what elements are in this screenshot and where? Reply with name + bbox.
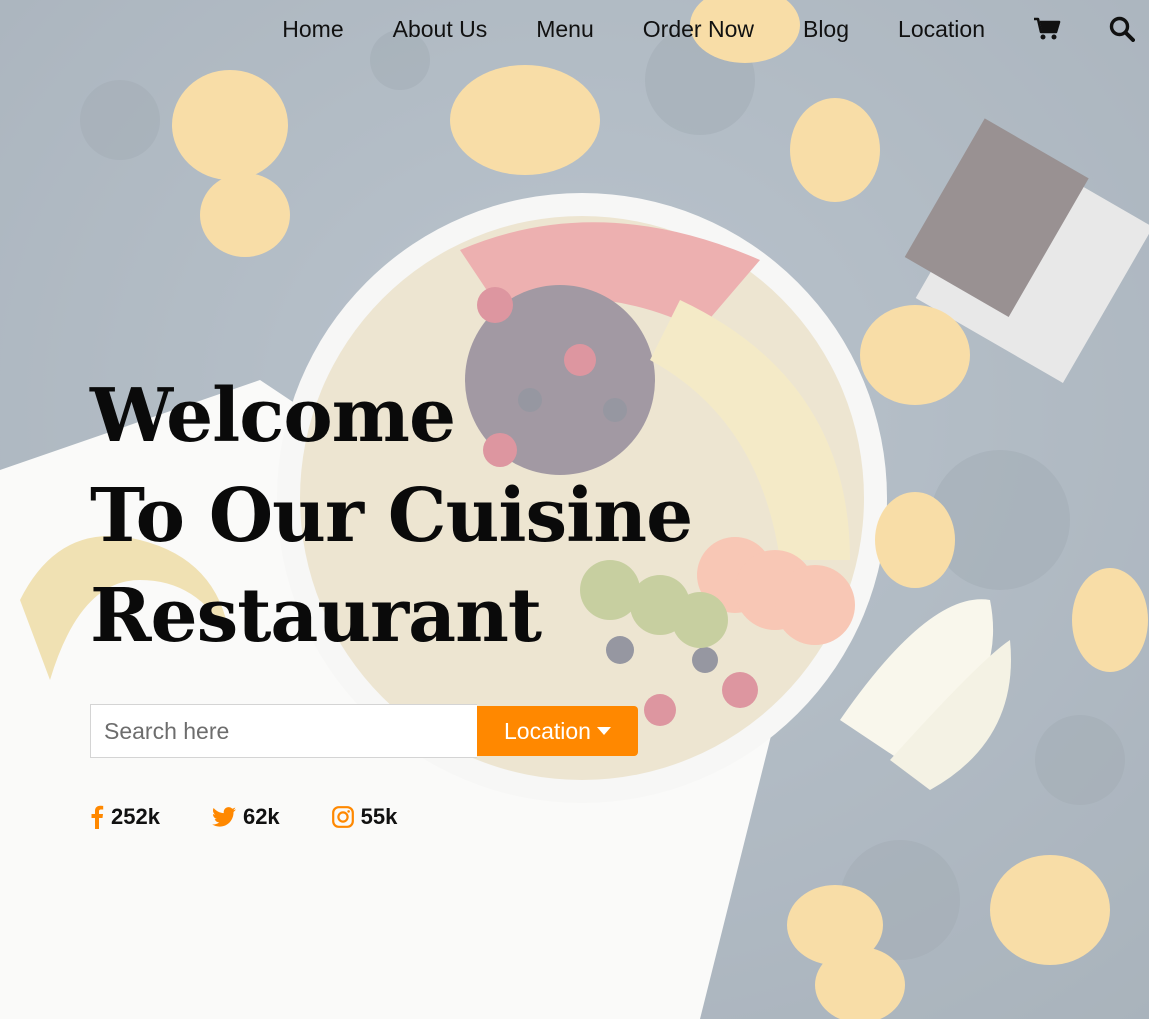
- instagram-count: 55k: [360, 804, 398, 829]
- location-button-label: Location: [504, 717, 591, 744]
- nav-menu[interactable]: Menu: [536, 16, 594, 43]
- nav-location[interactable]: Location: [898, 16, 985, 43]
- nav-home[interactable]: Home: [282, 16, 343, 43]
- facebook-count: 252k: [111, 804, 160, 829]
- facebook-icon: [90, 805, 104, 829]
- hero-title-line-3: Restaurant: [90, 573, 542, 659]
- hero-title: Welcome To Our Cuisine Restaurant: [90, 366, 693, 666]
- twitter-icon: [211, 807, 236, 827]
- location-dropdown-button[interactable]: Location: [477, 706, 638, 756]
- instagram-icon: [331, 806, 354, 828]
- search-icon[interactable]: [1109, 16, 1135, 42]
- hero-title-line-2: To Our Cuisine: [90, 473, 693, 559]
- social-stats: 252k 62k 55k: [90, 804, 449, 830]
- search-bar: Location: [90, 704, 638, 758]
- main-nav: Home About Us Menu Order Now Blog Locati…: [282, 0, 1149, 58]
- nav-blog[interactable]: Blog: [803, 16, 849, 43]
- hero-title-line-1: Welcome: [90, 373, 456, 459]
- social-facebook[interactable]: 252k: [90, 804, 160, 830]
- caret-down-icon: [596, 726, 611, 735]
- social-instagram[interactable]: 55k: [331, 804, 398, 830]
- search-input[interactable]: [90, 704, 477, 758]
- twitter-count: 62k: [242, 804, 280, 829]
- social-twitter[interactable]: 62k: [211, 804, 280, 830]
- nav-order-now[interactable]: Order Now: [643, 16, 754, 43]
- nav-about-us[interactable]: About Us: [393, 16, 488, 43]
- cart-icon[interactable]: [1033, 17, 1061, 41]
